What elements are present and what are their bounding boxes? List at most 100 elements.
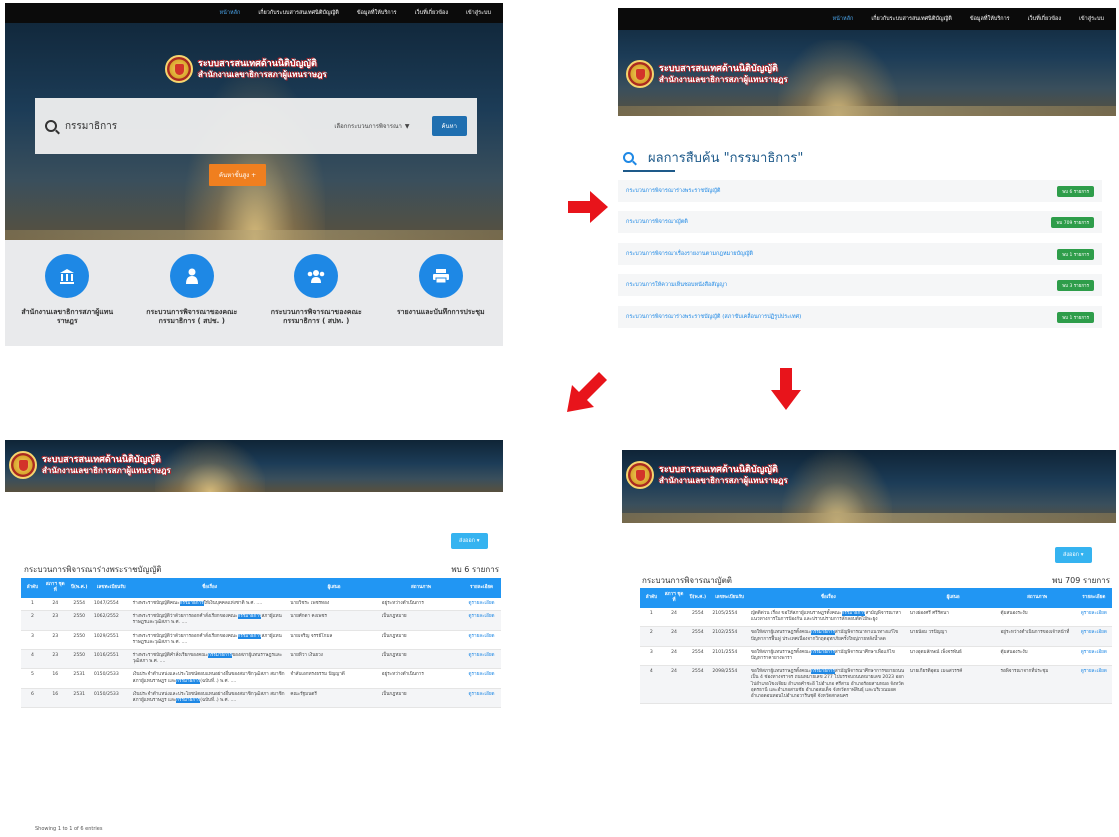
col-header[interactable]: ปี(พ.ศ.) bbox=[66, 578, 92, 598]
detail-link[interactable]: ดูรายละเอียด bbox=[469, 692, 495, 697]
feature-section: สำนักงานเลขาธิการสภาผู้แทนราษฎร กระบวนกา… bbox=[5, 240, 503, 346]
count-badge: พบ 6 รายการ bbox=[1057, 185, 1094, 197]
top-nav: หน้าหลัก เกี่ยวกับระบบสารสนเทศนิติบัญญัต… bbox=[618, 8, 1116, 30]
nav-about[interactable]: เกี่ยวกับระบบสารสนเทศนิติบัญญัติ bbox=[871, 15, 952, 23]
col-header[interactable]: รายละเอียด bbox=[462, 578, 501, 598]
col-header[interactable]: เลขทะเบียนรับ bbox=[91, 578, 131, 598]
col-header[interactable]: สภาฯ ชุดที่ bbox=[43, 578, 67, 598]
site-logo[interactable]: ระบบสารสนเทศด้านนิติบัญญัติ สำนักงานเลขา… bbox=[626, 60, 788, 88]
detail-link[interactable]: ดูรายละเอียด bbox=[1081, 630, 1107, 635]
feature-reports[interactable]: รายงานและบันทึกการประชุม bbox=[386, 254, 496, 346]
search-button[interactable]: ค้นหา bbox=[431, 116, 467, 136]
title-cell: เงินประจำตำแหน่งและประโยชน์ตอบแทนอย่างอื… bbox=[130, 668, 289, 689]
bill-results-screen: ระบบสารสนเทศด้านนิติบัญญัติ สำนักงานเลขา… bbox=[5, 440, 503, 837]
search-input[interactable]: กรรมาธิการ bbox=[65, 119, 334, 134]
detail-link[interactable]: ดูรายละเอียด bbox=[469, 601, 495, 606]
export-button[interactable]: ส่งออก ▾ bbox=[451, 533, 488, 549]
export-button[interactable]: ส่งออก ▾ bbox=[1055, 547, 1092, 563]
col-header[interactable]: รายละเอียด bbox=[1075, 588, 1112, 608]
col-header[interactable]: ผู้เสนอ bbox=[288, 578, 380, 598]
table-header-row: ลำดับ สภาฯ ชุดที่ ปี(พ.ศ.) เลขทะเบียนรับ… bbox=[640, 588, 1112, 608]
brand-line-1: ระบบสารสนเทศด้านนิติบัญญัติ bbox=[42, 455, 161, 466]
nav-login[interactable]: เข้าสู่ระบบ bbox=[1079, 15, 1104, 23]
nav-related[interactable]: เว็บที่เกี่ยวข้อง bbox=[415, 9, 448, 17]
title-cell: ญัตติด่วน เรื่อง ขอให้สภาผู้แทนราษฎรตั้ง… bbox=[748, 608, 908, 628]
brand-line-1: ระบบสารสนเทศด้านนิติบัญญัติ bbox=[198, 59, 317, 70]
site-logo[interactable]: ระบบสารสนเทศด้านนิติบัญญัติ สำนักงานเลขา… bbox=[626, 461, 788, 489]
site-logo[interactable]: ระบบสารสนเทศด้านนิติบัญญัติ สำนักงานเลขา… bbox=[165, 55, 327, 83]
title-cell: ร่างพระราชบัญญัติว่าด้วยการออกคำสั่งเรีย… bbox=[130, 630, 289, 650]
table-row: 2 24 2554 2102/2554 ขอให้สภาผู้แทนราษฎรตั้ง… bbox=[640, 626, 1112, 647]
arrow-right-icon bbox=[568, 191, 608, 223]
nav-services[interactable]: ข้อมูลที่ให้บริการ bbox=[357, 9, 397, 17]
parliament-seal-icon bbox=[165, 55, 193, 83]
site-logo[interactable]: ระบบสารสนเทศด้านนิติบัญญัติ สำนักงานเลขา… bbox=[9, 451, 171, 479]
col-header[interactable]: สภาฯ ชุดที่ bbox=[662, 588, 686, 608]
result-link[interactable]: กระบวนการพิจารณาญัตติ bbox=[626, 218, 688, 226]
title-cell: ร่างพระราชบัญญัติคำสั่งเรียกของคณะกรรมาธ… bbox=[130, 649, 289, 670]
home-screen: หน้าหลัก เกี่ยวกับระบบสารสนเทศนิติบัญญัต… bbox=[5, 3, 503, 346]
col-header[interactable]: ชื่อเรื่อง bbox=[748, 588, 908, 608]
result-row-bill[interactable]: กระบวนการพิจารณาร่างพระราชบัญญัติ พบ 6 ร… bbox=[618, 180, 1102, 202]
nav-login[interactable]: เข้าสู่ระบบ bbox=[466, 9, 491, 17]
result-row-reform-bill[interactable]: กระบวนการพิจารณาร่างพระราชบัญญัติ (สภาขั… bbox=[618, 306, 1102, 328]
table-row: 2 23 2550 1062/2552 ร่างพระราชบัญญัติว่าด้ว… bbox=[21, 610, 501, 631]
table-header-row: ลำดับ สภาฯ ชุดที่ ปี(พ.ศ.) เลขทะเบียนรับ… bbox=[21, 578, 501, 598]
col-header[interactable]: ชื่อเรื่อง bbox=[130, 578, 289, 598]
result-count: พบ 6 รายการ bbox=[451, 565, 499, 574]
count-badge: พบ 1 รายการ bbox=[1057, 248, 1094, 260]
table-row: 5 16 2531 0150/2533 เงินประจำตำแหน่งและประโ… bbox=[21, 668, 501, 689]
search-results-screen: หน้าหลัก เกี่ยวกับระบบสารสนเทศนิติบัญญัต… bbox=[618, 8, 1116, 343]
count-badge: พบ 1 รายการ bbox=[1057, 311, 1094, 323]
title-cell: ขอให้สภาผู้แทนราษฎรตั้งคณะกรรมาธิการสามั… bbox=[748, 665, 908, 705]
result-link[interactable]: กระบวนการพิจารณาร่างพระราชบัญญัติ bbox=[626, 187, 721, 195]
title-cell: ร่างพระราชบัญญัติว่าด้วยการออกคำสั่งเรีย… bbox=[130, 610, 289, 631]
brand-line-2: สำนักงานเลขาธิการสภาผู้แทนราษฎร bbox=[42, 465, 171, 475]
title-underline bbox=[623, 170, 675, 172]
feature-committee-spc[interactable]: กระบวนการพิจารณาของคณะกรรมาธิการ ( สปช. … bbox=[137, 254, 247, 346]
advanced-search-button[interactable]: ค้นหาขั้นสูง + bbox=[209, 164, 267, 186]
results-heading: ผลการสืบค้น "กรรมาธิการ" bbox=[623, 147, 803, 168]
col-header[interactable]: เลขทะเบียนรับ bbox=[710, 588, 749, 608]
result-link[interactable]: กระบวนการพิจารณาร่างพระราชบัญญัติ (สภาขั… bbox=[626, 313, 801, 321]
top-nav: หน้าหลัก เกี่ยวกับระบบสารสนเทศนิติบัญญัต… bbox=[5, 3, 503, 23]
person-icon bbox=[169, 254, 214, 298]
title-cell: เงินประจำตำแหน่งและประโยชน์ตอบแทนอย่างอื… bbox=[130, 688, 289, 709]
detail-link[interactable]: ดูรายละเอียด bbox=[469, 672, 495, 677]
parliament-seal-icon bbox=[626, 461, 654, 489]
parliament-seal-icon bbox=[9, 451, 37, 479]
detail-link[interactable]: ดูรายละเอียด bbox=[1081, 669, 1107, 674]
detail-link[interactable]: ดูรายละเอียด bbox=[1081, 650, 1107, 655]
col-header[interactable]: ลำดับ bbox=[640, 588, 663, 608]
col-header[interactable]: สถานภาพ bbox=[998, 588, 1076, 608]
result-row-report[interactable]: กระบวนการพิจารณาเรื่องรายงานตามกฎหมายบัญ… bbox=[618, 243, 1102, 265]
col-header[interactable]: ลำดับ bbox=[21, 578, 44, 598]
nav-related[interactable]: เว็บที่เกี่ยวข้อง bbox=[1028, 15, 1061, 23]
nav-services[interactable]: ข้อมูลที่ให้บริการ bbox=[970, 15, 1010, 23]
col-header[interactable]: ปี(พ.ศ.) bbox=[685, 588, 711, 608]
result-row-resolution[interactable]: กระบวนการพิจารณาญัตติ พบ 709 รายการ bbox=[618, 211, 1102, 233]
col-header[interactable]: สถานภาพ bbox=[379, 578, 463, 598]
result-row-treaty[interactable]: กระบวนการให้ความเห็นชอบหนังสือสัญญา พบ 3… bbox=[618, 274, 1102, 296]
feature-committee-spt[interactable]: กระบวนการพิจารณาของคณะกรรมาธิการ ( สปท. … bbox=[261, 254, 371, 346]
brand-line-1: ระบบสารสนเทศด้านนิติบัญญัติ bbox=[659, 465, 778, 476]
detail-link[interactable]: ดูรายละเอียด bbox=[469, 634, 495, 639]
parliament-seal-icon bbox=[626, 60, 654, 88]
detail-link[interactable]: ดูรายละเอียด bbox=[469, 653, 495, 658]
search-bar: กรรมาธิการ เลือกกระบวนการพิจารณา ▼ ค้นหา bbox=[35, 98, 477, 154]
resolution-table: ลำดับ สภาฯ ชุดที่ ปี(พ.ศ.) เลขทะเบียนรับ… bbox=[640, 588, 1112, 705]
col-header[interactable]: ผู้เสนอ bbox=[907, 588, 999, 608]
nav-home[interactable]: หน้าหลัก bbox=[220, 9, 241, 17]
nav-about[interactable]: เกี่ยวกับระบบสารสนเทศนิติบัญญัติ bbox=[258, 9, 339, 17]
feature-secretariat[interactable]: สำนักงานเลขาธิการสภาผู้แทนราษฎร bbox=[12, 254, 122, 346]
detail-link[interactable]: ดูรายละเอียด bbox=[1081, 611, 1107, 616]
process-select[interactable]: เลือกกระบวนการพิจารณา ▼ bbox=[334, 121, 409, 131]
detail-link[interactable]: ดูรายละเอียด bbox=[469, 614, 495, 619]
result-link[interactable]: กระบวนการพิจารณาเรื่องรายงานตามกฎหมายบัญ… bbox=[626, 250, 753, 258]
brand-line-1: ระบบสารสนเทศด้านนิติบัญญัติ bbox=[659, 64, 778, 75]
brand-line-2: สำนักงานเลขาธิการสภาผู้แทนราษฎร bbox=[659, 74, 788, 84]
results-title: ผลการสืบค้น "กรรมาธิการ" bbox=[648, 151, 804, 166]
nav-home[interactable]: หน้าหลัก bbox=[833, 15, 854, 23]
result-link[interactable]: กระบวนการให้ความเห็นชอบหนังสือสัญญา bbox=[626, 281, 727, 289]
title-cell: ร่างพระราชบัญญัติคณะกรรมาธิการให้เงินบุค… bbox=[130, 598, 289, 612]
